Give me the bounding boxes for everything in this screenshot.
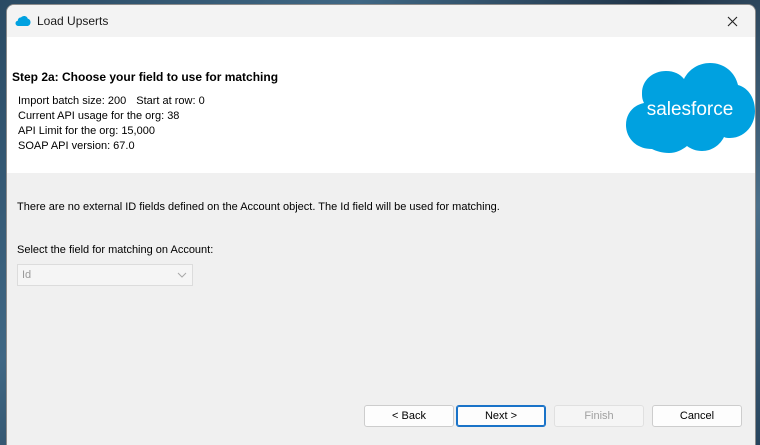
load-upserts-dialog: Load Upserts Step 2a: Choose your field …	[6, 4, 756, 445]
start-row: Start at row: 0	[136, 95, 205, 107]
match-field-value: Id	[22, 269, 32, 281]
step-title: Step 2a: Choose your field to use for ma…	[12, 70, 279, 84]
chevron-down-icon	[177, 272, 187, 278]
finish-button[interactable]: Finish	[554, 405, 644, 427]
soap-api-version: SOAP API version: 67.0	[18, 140, 135, 152]
title-bar: Load Upserts	[7, 5, 755, 37]
cancel-button[interactable]: Cancel	[652, 405, 742, 427]
window-title: Load Upserts	[37, 14, 109, 28]
salesforce-logo: salesforce	[626, 63, 755, 153]
match-field-select[interactable]: Id	[17, 264, 193, 286]
next-button[interactable]: Next >	[456, 405, 546, 427]
wizard-header: Step 2a: Choose your field to use for ma…	[7, 37, 755, 173]
back-button[interactable]: < Back	[364, 405, 454, 427]
no-external-id-message: There are no external ID fields defined …	[17, 201, 500, 213]
api-limit: API Limit for the org: 15,000	[18, 125, 155, 137]
close-button[interactable]	[709, 5, 755, 37]
batch-info-line: Import batch size: 200 Start at row: 0	[18, 94, 205, 109]
match-field-label: Select the field for matching on Account…	[17, 244, 214, 256]
salesforce-cloud-icon	[15, 16, 31, 26]
import-batch-size: Import batch size: 200	[18, 95, 127, 107]
close-icon	[727, 16, 737, 26]
api-usage: Current API usage for the org: 38	[18, 110, 180, 122]
logo-wordmark: salesforce	[647, 99, 734, 120]
org-info: Import batch size: 200 Start at row: 0 Cu…	[18, 94, 205, 154]
